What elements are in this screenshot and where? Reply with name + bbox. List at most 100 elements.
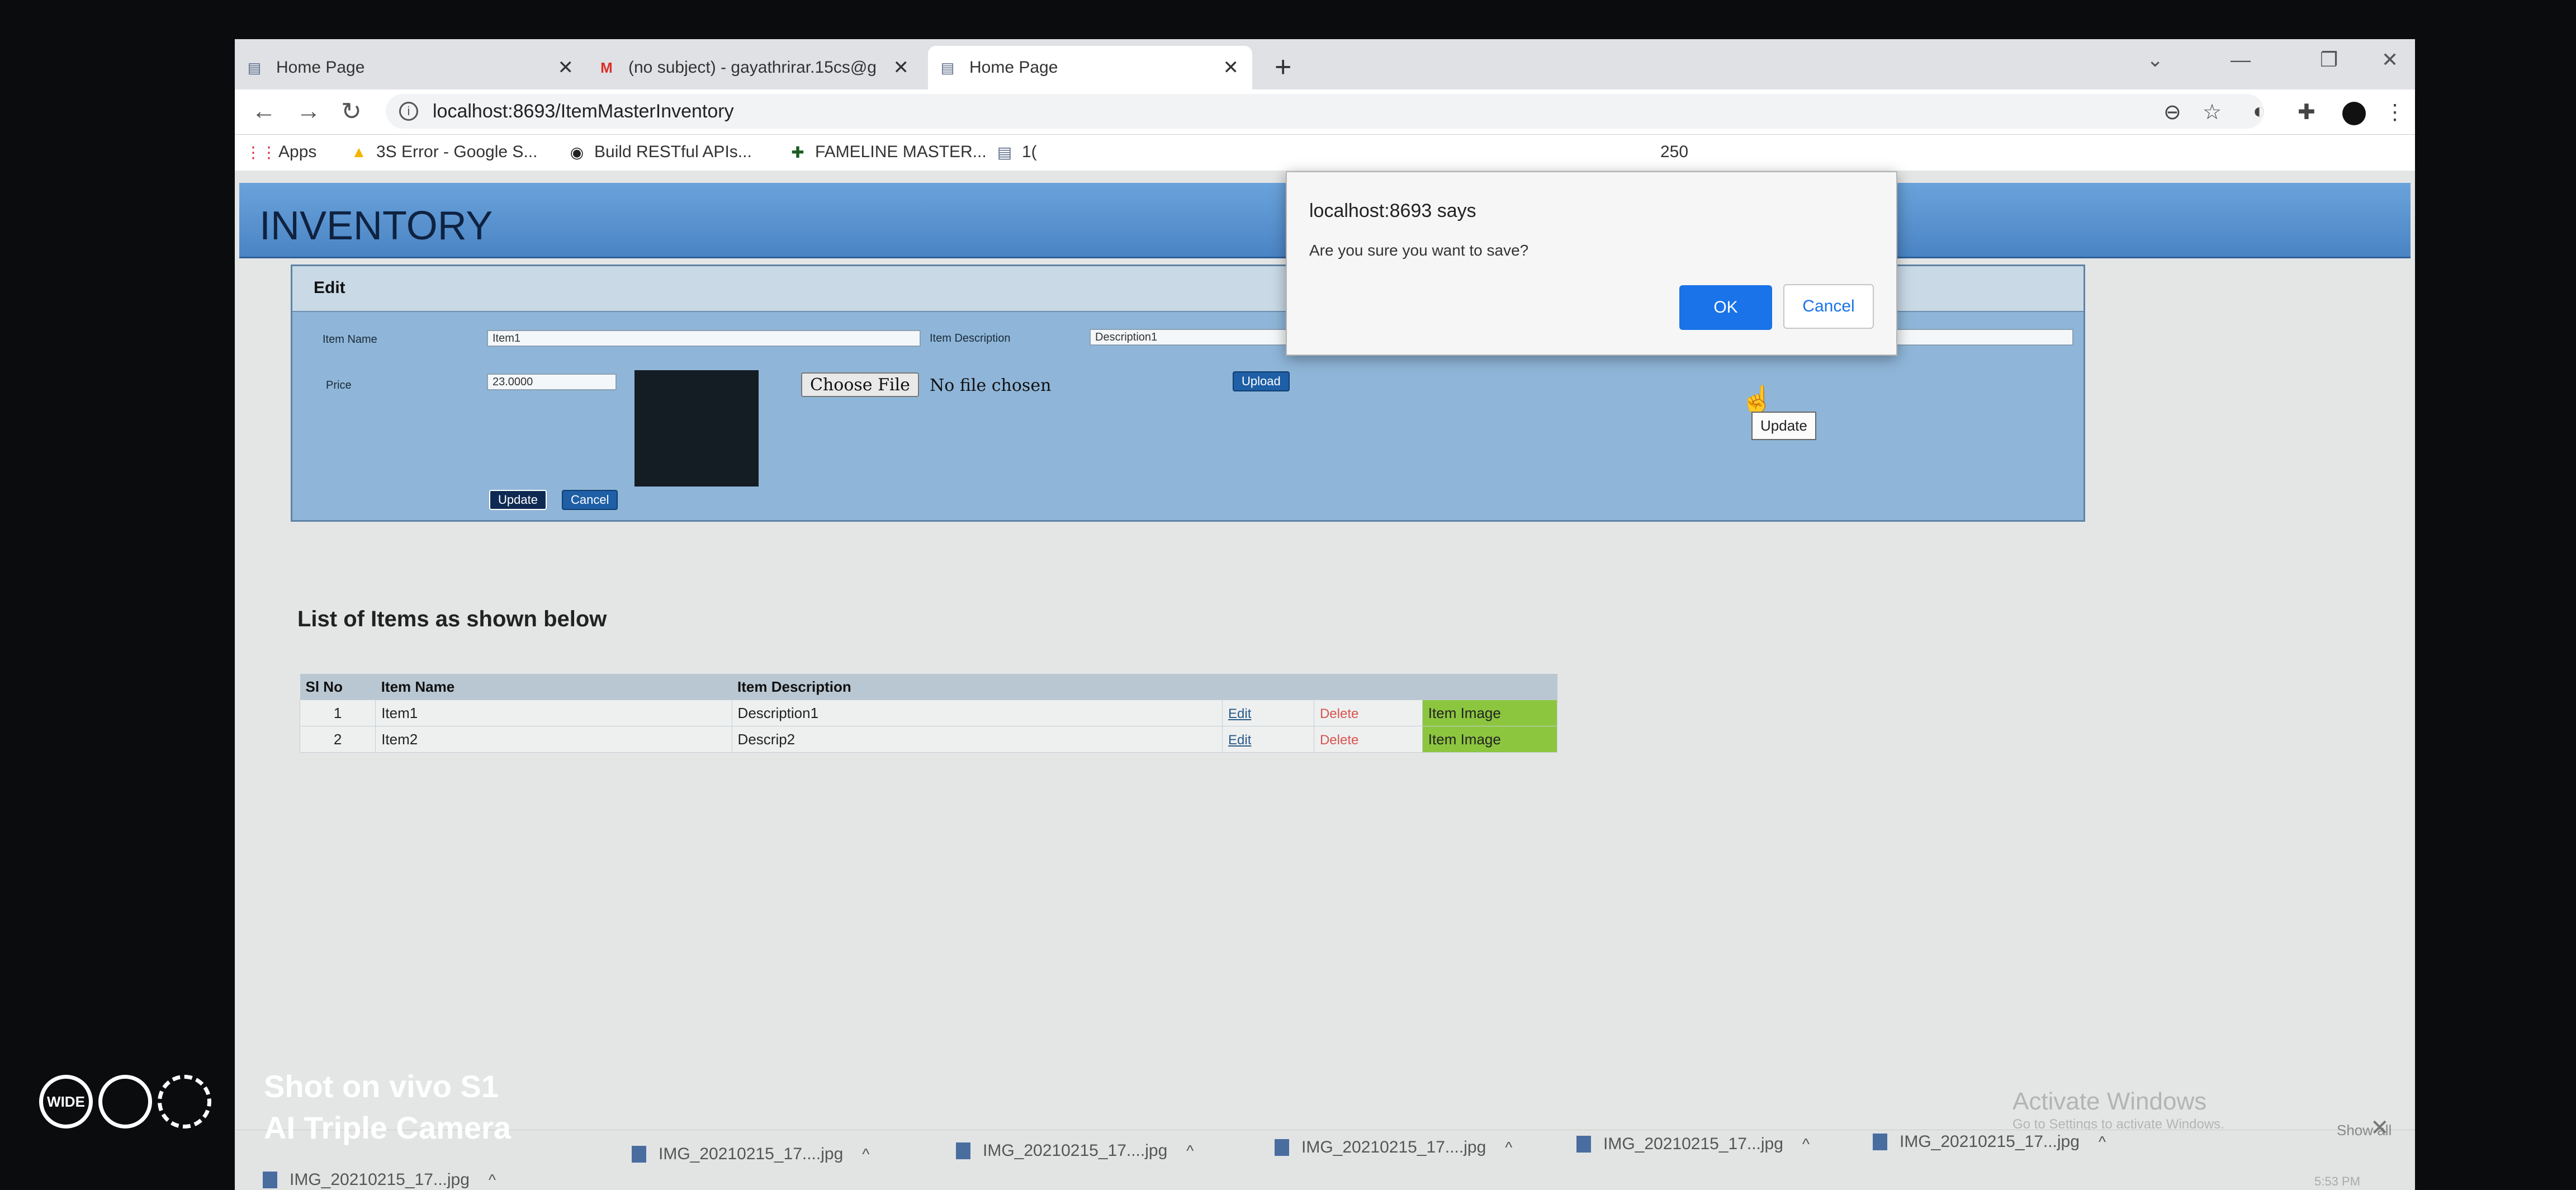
bookmark-apps[interactable]: ⋮⋮ Apps [245,143,316,162]
delete-link[interactable]: Delete [1320,733,1358,748]
reload-icon[interactable]: ↻ [341,97,362,126]
item-image-link[interactable]: Item Image [1422,700,1558,726]
column-header-edit [1222,674,1314,700]
forward-arrow-icon[interactable]: → [296,97,321,125]
taskbar-clock: 5:53 PM [2314,1174,2360,1188]
close-downloads-icon[interactable]: ✕ [2370,1115,2389,1141]
table-header-row: Sl No Item Name Item Description [300,674,1557,700]
list-heading: List of Items as shown below [297,607,607,631]
file-icon [263,1172,277,1188]
dialog-cancel-button[interactable]: Cancel [1783,284,1874,329]
bookmark-250[interactable]: 250 [1660,143,1688,162]
cancel-button[interactable]: Cancel [562,490,618,510]
watermark-line-1: Shot on vivo S1 [264,1069,499,1104]
price-input[interactable]: 23.0000 [487,374,617,390]
close-icon[interactable]: ✕ [1223,56,1239,79]
tab-title: (no subject) - gayathrirar.15cs@g [628,58,877,77]
bookmark-label: 1( [1022,143,1037,161]
page-icon: ▤ [247,59,262,76]
close-icon[interactable]: ✕ [558,56,574,79]
download-item[interactable]: IMG_20210215_17...jpg ^ [263,1170,496,1189]
chevron-up-icon[interactable]: ^ [1802,1135,1810,1153]
address-bar[interactable]: i localhost:8693/ItemMasterInventory [386,94,2264,129]
delete-link[interactable]: Delete [1320,706,1358,721]
tab-search-icon[interactable]: ⌄ [2147,48,2163,72]
extension-icon[interactable]: ◐ [2253,100,2266,124]
ok-button[interactable]: OK [1679,285,1772,330]
edit-link[interactable]: Edit [1228,706,1251,721]
table-row: 2 Item2 Descrip2 Edit Delete Item Image [299,726,1558,753]
bookmark-restful[interactable]: ◉ Build RESTful APIs... [567,143,752,162]
chevron-up-icon[interactable]: ^ [862,1145,869,1163]
url-text: localhost:8693/ItemMasterInventory [433,100,734,122]
profile-avatar[interactable] [2342,102,2366,125]
bookmark-icon: ✚ [791,143,804,161]
column-header-sl-no: Sl No [300,674,376,700]
info-icon[interactable]: i [399,102,418,121]
back-arrow-icon[interactable]: ← [252,97,276,125]
confirm-dialog: localhost:8693 says Are you sure you wan… [1286,171,1897,356]
restore-icon[interactable]: ❐ [2320,48,2338,72]
close-window-icon[interactable]: ✕ [2381,48,2398,72]
bookmark-3s-error[interactable]: ▲ 3S Error - Google S... [349,143,537,162]
tab-title: Home Page [969,58,1058,77]
chevron-up-icon[interactable]: ^ [1186,1142,1194,1160]
chevron-up-icon[interactable]: ^ [2099,1133,2106,1151]
download-item[interactable]: IMG_20210215_17...jpg ^ [1576,1135,1810,1154]
bookmark-label: 250 [1660,143,1689,161]
file-icon [1275,1139,1289,1156]
cell-item-description: Descrip2 [731,726,1223,753]
chevron-up-icon[interactable]: ^ [1505,1139,1512,1156]
hand-cursor-icon: ☝ [1740,385,1774,415]
no-file-chosen-text: No file chosen [930,376,1052,395]
choose-file-button[interactable]: Choose File [801,372,919,397]
items-table: Sl No Item Name Item Description 1 Item1… [299,674,1558,753]
download-filename: IMG_20210215_17....jpg [659,1145,844,1163]
bookmark-fameline[interactable]: ✚ FAMELINE MASTER... [788,143,986,162]
menu-kebab-icon[interactable]: ⋮ [2384,100,2405,125]
price-label: Price [326,379,352,391]
chevron-up-icon[interactable]: ^ [489,1171,496,1189]
cell-sl-no: 1 [299,700,376,726]
dialog-message: Are you sure you want to save? [1309,242,1529,259]
close-icon[interactable]: ✕ [893,56,910,79]
camera-logo: WIDE [39,1075,217,1128]
item-name-input[interactable]: Item1 [487,330,921,347]
update-tooltip: Update [1751,412,1816,440]
star-icon[interactable]: ☆ [2203,100,2222,125]
new-tab-button[interactable]: + [1275,50,1291,84]
update-button[interactable]: Update [489,490,547,510]
dialog-title: localhost:8693 says [1309,200,1476,221]
globe-icon: ◉ [570,143,584,161]
column-header-image [1422,674,1557,700]
item-image-link[interactable]: Item Image [1422,726,1558,753]
cell-item-description: Description1 [731,700,1223,726]
page-icon: ▤ [940,59,955,76]
download-item[interactable]: IMG_20210215_17....jpg ^ [632,1145,869,1164]
puzzle-icon[interactable]: ✚ [2298,100,2315,125]
file-icon [632,1146,646,1163]
item-image-preview [634,370,759,487]
download-item[interactable]: IMG_20210215_17....jpg ^ [1275,1138,1512,1157]
minimize-icon[interactable]: — [2231,48,2251,72]
browser-toolbar: ← → ↻ i localhost:8693/ItemMasterInvento… [235,89,2415,135]
item-name-label: Item Name [323,333,377,346]
download-item[interactable]: IMG_20210215_17...jpg ^ [1873,1132,2106,1151]
tab-home-page-1[interactable]: ▤ Home Page ✕ [235,46,587,89]
apps-grid-icon: ⋮⋮ [245,143,277,161]
bookmark-truncated[interactable]: ▤ 1( [995,143,1037,162]
watermark-line-2: AI Triple Camera [264,1110,511,1145]
file-icon [1873,1134,1887,1150]
tab-home-page-active[interactable]: ▤ Home Page ✕ [928,46,1252,89]
monitor-screen: ▤ Home Page ✕ M (no subject) - gayathrir… [235,39,2415,1190]
download-item[interactable]: IMG_20210215_17....jpg ^ [956,1141,1194,1160]
download-filename: IMG_20210215_17....jpg [1301,1138,1486,1156]
bookmark-label: 3S Error - Google S... [376,143,538,161]
gmail-icon: M [600,59,613,76]
zoom-icon[interactable]: ⊖ [2163,100,2181,125]
edit-link[interactable]: Edit [1228,733,1251,748]
tab-gmail[interactable]: M (no subject) - gayathrirar.15cs@g ✕ [587,46,922,89]
column-header-delete [1314,674,1423,700]
upload-button[interactable]: Upload [1233,371,1290,391]
column-header-item-name: Item Name [375,674,732,700]
